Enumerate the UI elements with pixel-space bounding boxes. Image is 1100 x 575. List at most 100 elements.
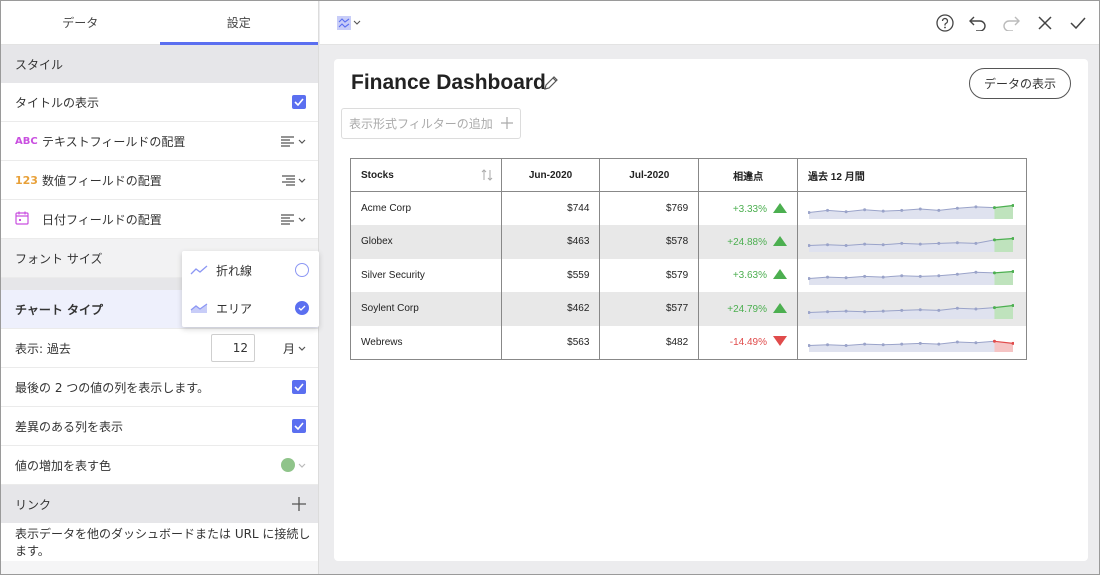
confirm-check-icon[interactable] [1068, 13, 1088, 33]
table-row[interactable]: Soylent Corp $462 $577 +24.79% [350, 292, 1027, 326]
sparkline-point [863, 242, 867, 246]
cell-stock-name: Silver Security [350, 258, 502, 292]
unit-dropdown[interactable]: 月 [283, 340, 306, 357]
align-right-icon [282, 174, 295, 186]
text-align-dropdown[interactable] [281, 135, 306, 147]
line-chart-icon [190, 265, 208, 275]
cell-sparkline [797, 191, 1027, 225]
sparkline-point [900, 208, 904, 212]
col-header-jul[interactable]: Jul-2020 [599, 158, 700, 192]
text-align-row: ABC テキストフィールドの配置 [1, 122, 318, 161]
sparkline-point [826, 310, 830, 314]
edit-title-icon[interactable] [543, 75, 559, 91]
option-area-radio[interactable] [295, 301, 309, 315]
view-data-button[interactable]: データの表示 [969, 68, 1071, 99]
sparkline-point [992, 305, 996, 309]
undo-icon[interactable] [968, 13, 988, 33]
cell-sparkline [797, 325, 1027, 360]
sparkline-point [937, 208, 941, 212]
cell-jul: $579 [599, 258, 700, 292]
cell-jun: $463 [501, 225, 601, 259]
number-align-dropdown[interactable] [281, 174, 306, 186]
sparkline-point [900, 342, 904, 346]
sparkline-point [918, 341, 922, 345]
align-left-icon [281, 135, 294, 147]
table-row[interactable]: Webrews $563 $482 -14.49% [350, 325, 1027, 360]
tab-settings[interactable]: 設定 [159, 1, 319, 45]
col-header-diff[interactable]: 相違点 [698, 158, 799, 192]
abc-icon: ABC [15, 135, 38, 147]
date-align-row: 日付フィールドの配置 [1, 200, 318, 239]
cell-jun: $559 [501, 258, 601, 292]
tab-data[interactable]: データ [1, 1, 160, 44]
sparkline-point [955, 306, 959, 310]
page-title[interactable]: Finance Dashboard [351, 71, 546, 95]
increase-color-picker[interactable] [281, 458, 306, 472]
table-row[interactable]: Silver Security $559 $579 +3.63% [350, 258, 1027, 292]
sparkline-chart [808, 236, 1015, 252]
option-area-label: エリア [216, 301, 253, 316]
redo-icon[interactable] [1001, 13, 1021, 33]
sparkline-point [918, 275, 922, 279]
sparkline-point [974, 241, 978, 245]
sparkline-point [844, 309, 848, 313]
sparkline-point [844, 344, 848, 347]
help-icon[interactable] [935, 13, 955, 33]
increase-color-label: 値の増加を表す色 [15, 458, 112, 473]
show-diff-row: 差異のある列を表示 [1, 407, 318, 446]
sparkline-point [955, 273, 959, 277]
table-header-row: Stocks Jun-2020 Jul-2020 相違点 過去 12 月間 [350, 158, 1027, 192]
sparkline-last-area [994, 271, 1014, 286]
col-header-stocks-label: Stocks [361, 169, 394, 181]
filter-placeholder: 表示形式フィルターの追加 [349, 117, 493, 131]
diff-value: +3.33% [732, 203, 768, 215]
sparkline-point [881, 309, 885, 313]
sparkline-point [900, 308, 904, 312]
sparkline-point [918, 242, 922, 246]
number-icon: 123 [15, 173, 38, 187]
sparkline-point [992, 339, 996, 343]
panel-tabs: データ 設定 [1, 1, 318, 45]
sparkline-point [955, 240, 959, 244]
sparkline-point [992, 271, 996, 275]
col-header-stocks[interactable]: Stocks [350, 158, 502, 192]
table-row[interactable]: Acme Corp $744 $769 +3.33% [350, 191, 1027, 225]
show-title-checkbox[interactable] [292, 95, 306, 109]
add-link-icon[interactable] [292, 497, 306, 511]
show-last-two-checkbox[interactable] [292, 380, 306, 394]
sparkline-chart-icon [337, 16, 361, 30]
cell-stock-name: Acme Corp [350, 191, 502, 225]
add-filter-icon[interactable] [499, 115, 515, 131]
cell-stock-name: Globex [350, 225, 502, 259]
col-header-trend[interactable]: 過去 12 月間 [797, 158, 1027, 192]
color-swatch [281, 458, 295, 472]
filter-input[interactable]: 表示形式フィルターの追加 [341, 108, 521, 139]
show-diff-checkbox[interactable] [292, 419, 306, 433]
sparkline-point [937, 274, 941, 278]
data-table: Stocks Jun-2020 Jul-2020 相違点 過去 12 月間 Ac… [350, 158, 1027, 360]
diff-value: +3.63% [732, 270, 768, 282]
date-align-dropdown[interactable] [281, 213, 306, 225]
col-header-jun[interactable]: Jun-2020 [501, 158, 601, 192]
option-line-radio[interactable] [295, 263, 309, 277]
sparkline-chart [808, 270, 1015, 286]
visualization-selector[interactable] [335, 13, 363, 33]
close-icon[interactable] [1035, 13, 1055, 33]
sort-icon[interactable] [481, 169, 493, 181]
months-stepper[interactable]: 12 [210, 334, 255, 362]
table-row[interactable]: Globex $463 $578 +24.88% [350, 225, 1027, 259]
cell-sparkline [797, 258, 1027, 292]
align-left-icon [281, 213, 294, 225]
show-title-row: タイトルの表示 [1, 83, 318, 122]
cell-stock-name: Webrews [350, 325, 502, 360]
calendar-icon [15, 211, 42, 228]
date-align-label: 日付フィールドの配置 [42, 212, 162, 227]
sparkline-point [918, 307, 922, 311]
diff-value: +24.88% [727, 236, 768, 248]
show-last-two-row: 最後の 2 つの値の列を表示します。 [1, 368, 318, 407]
option-line[interactable]: 折れ線 [182, 251, 319, 289]
chart-type-popup: 折れ線 エリア [182, 251, 319, 327]
number-align-row: 123 数値フィールドの配置 [1, 161, 318, 200]
sparkline-point [974, 307, 978, 311]
option-area[interactable]: エリア [182, 289, 319, 327]
